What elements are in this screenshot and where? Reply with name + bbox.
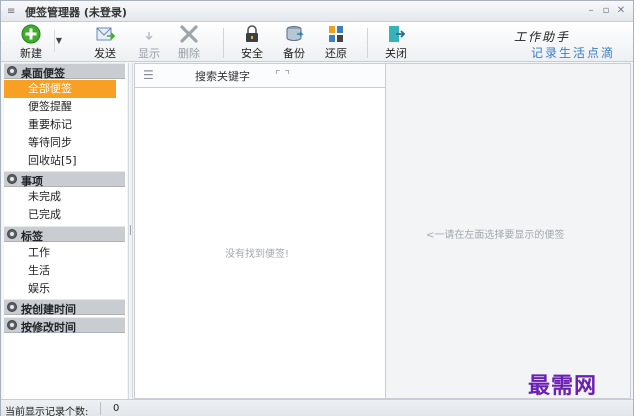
app-window: ≡ 便签管理器 (未登录) – ▫ ✕ 新建 ▼ 发送 显示 删除 安全 备份 …	[0, 0, 634, 416]
sidebar: 桌面便签 全部便签 便签提醒 重要标记 等待同步 回收站[5] 事项 未完成 已…	[4, 63, 127, 399]
restore-icon	[329, 26, 343, 42]
toolbar-separator	[367, 28, 368, 58]
send-icon	[96, 27, 115, 41]
list-menu-icon[interactable]: ☰	[143, 67, 155, 83]
collapse-circle-icon	[7, 174, 17, 184]
delete-x-icon	[180, 25, 198, 43]
new-dropdown-button[interactable]: ▼	[54, 30, 63, 52]
sidebar-item-incomplete[interactable]: 未完成	[4, 188, 125, 206]
window-title: 便签管理器 (未登录)	[25, 6, 127, 19]
collapse-circle-icon	[7, 320, 17, 330]
toolbar: 新建 ▼ 发送 显示 删除 安全 备份 还原 关闭 工作助手 记录生活点滴	[1, 22, 633, 62]
show-button[interactable]: 显示	[133, 24, 165, 60]
maximize-icon[interactable]: ▫	[600, 5, 612, 17]
sidebar-item-life[interactable]: 生活	[4, 262, 125, 280]
title-bar: ≡ 便签管理器 (未登录) – ▫ ✕	[1, 1, 633, 22]
group-label: 按创建时间	[21, 303, 76, 316]
sidebar-item-recycle-bin[interactable]: 回收站[5]	[4, 152, 125, 170]
backup-button[interactable]: 备份	[279, 24, 309, 60]
app-menu-icon[interactable]: ≡	[7, 6, 18, 17]
new-button[interactable]: 新建	[13, 24, 49, 60]
group-label: 标签	[21, 230, 43, 243]
close-button[interactable]: 关闭	[381, 24, 411, 60]
show-icon	[145, 32, 153, 40]
detail-hint-text: <一请在左面选择要显示的便签	[426, 230, 565, 241]
record-count-value: 0	[113, 403, 120, 414]
group-label: 按修改时间	[21, 321, 76, 334]
sidebar-item-entertainment[interactable]: 娱乐	[4, 280, 125, 298]
send-label: 发送	[94, 47, 116, 60]
delete-label: 删除	[178, 47, 200, 60]
group-label: 事项	[21, 175, 43, 188]
empty-list-message: 没有找到便签!	[225, 249, 290, 260]
watermark: 最需网	[528, 373, 598, 399]
sidebar-item-important[interactable]: 重要标记	[4, 116, 125, 134]
sidebar-item-completed[interactable]: 已完成	[4, 206, 125, 224]
sidebar-splitter[interactable]	[128, 63, 133, 399]
record-count-label: 当前显示记录个数:	[5, 407, 89, 416]
collapse-circle-icon	[7, 66, 17, 76]
sidebar-item-all-notes[interactable]: 全部便签	[4, 80, 116, 98]
lock-icon	[246, 25, 258, 42]
backup-icon	[286, 26, 304, 41]
close-door-icon	[389, 26, 406, 42]
restore-label: 还原	[325, 47, 347, 60]
sidebar-item-pending-sync[interactable]: 等待同步	[4, 134, 125, 152]
sidebar-group-desktop-notes[interactable]: 桌面便签	[4, 63, 125, 80]
search-bar: ☰ ⌜ ⌝	[135, 64, 385, 88]
status-separator	[100, 402, 101, 415]
minimize-icon[interactable]: –	[585, 5, 597, 17]
brand-tagline: 记录生活点滴	[531, 46, 616, 60]
backup-label: 备份	[283, 47, 305, 60]
close-window-icon[interactable]: ✕	[615, 5, 627, 17]
toolbar-separator	[223, 28, 224, 58]
brand-slogan: 工作助手	[514, 30, 571, 44]
search-icon[interactable]: ⌜ ⌝	[275, 68, 305, 82]
splitter-grip	[130, 225, 131, 235]
close-label: 关闭	[385, 47, 407, 60]
show-label: 显示	[138, 47, 160, 60]
status-bar: 当前显示记录个数: 0	[1, 399, 633, 416]
sidebar-group-by-modified[interactable]: 按修改时间	[4, 317, 125, 334]
sidebar-group-tasks[interactable]: 事项	[4, 171, 125, 188]
note-detail-pane: <一请在左面选择要显示的便签	[386, 63, 631, 399]
send-button[interactable]: 发送	[89, 24, 121, 60]
group-label: 桌面便签	[21, 67, 65, 80]
sidebar-item-work[interactable]: 工作	[4, 244, 125, 262]
sidebar-group-by-created[interactable]: 按创建时间	[4, 299, 125, 316]
new-label: 新建	[20, 47, 42, 60]
sidebar-group-tags[interactable]: 标签	[4, 226, 125, 243]
note-list-pane: ☰ ⌜ ⌝ 没有找到便签!	[134, 63, 386, 399]
security-button[interactable]: 安全	[237, 24, 267, 60]
sidebar-item-reminders[interactable]: 便签提醒	[4, 98, 125, 116]
restore-button[interactable]: 还原	[321, 24, 351, 60]
plus-circle-icon	[21, 24, 41, 44]
security-label: 安全	[241, 47, 263, 60]
delete-button[interactable]: 删除	[173, 24, 205, 60]
collapse-circle-icon	[7, 302, 17, 312]
collapse-circle-icon	[7, 229, 17, 239]
